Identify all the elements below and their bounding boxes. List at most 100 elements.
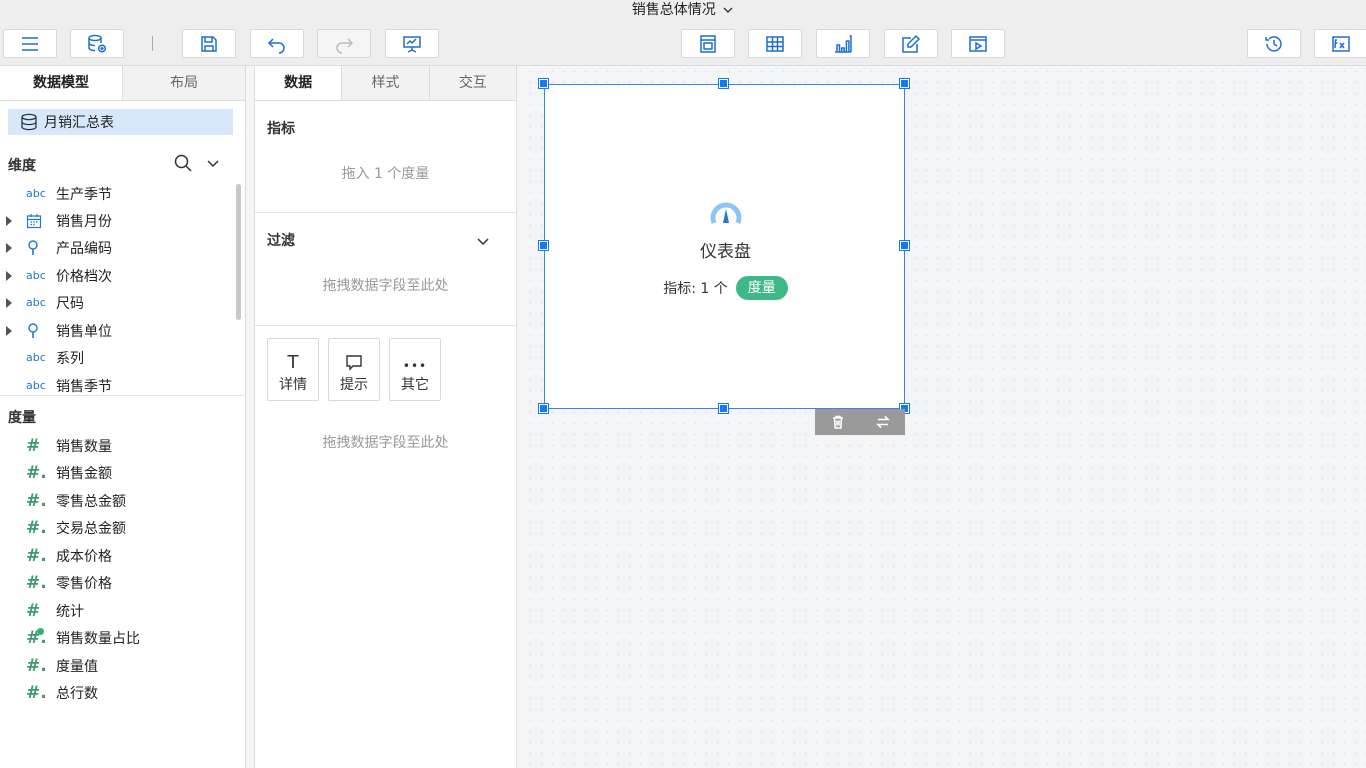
swap-icon[interactable] (875, 415, 890, 429)
dashboard-title[interactable]: 销售总体情况 (0, 0, 1366, 20)
history-icon (1265, 35, 1282, 52)
layout-icon (700, 34, 716, 53)
field-label: 交易总金额 (56, 520, 126, 537)
hash-icon: # (26, 600, 41, 621)
history-button[interactable] (1247, 29, 1301, 58)
dataset-name: 月销汇总表 (44, 115, 114, 131)
measure-field[interactable]: #. 销售数量占比 (0, 624, 236, 651)
filter-section-title: 过滤 (267, 233, 295, 249)
detail-drop-zone[interactable]: 拖拽数据字段至此处 (255, 432, 516, 452)
tab-interaction[interactable]: 交互 (428, 66, 516, 100)
expand-arrow-icon[interactable] (6, 270, 12, 281)
layout-button[interactable] (681, 29, 735, 58)
menu-button[interactable] (3, 29, 57, 58)
hash-icon: #. (26, 545, 47, 566)
bar-chart-icon (835, 34, 852, 53)
resize-handle-top[interactable] (719, 79, 728, 88)
chart-button[interactable] (816, 29, 870, 58)
more-dots-icon: ••• (402, 359, 428, 373)
dataset-button[interactable] (70, 29, 124, 58)
calendar-icon (26, 213, 48, 229)
indicator-section-title: 指标 (267, 121, 295, 137)
text-type-icon: abc (26, 296, 46, 309)
formula-icon (1332, 35, 1350, 52)
tooltip-button-label: 提示 (340, 377, 368, 393)
indicator-drop-zone[interactable]: 拖入 1 个度量 (255, 163, 516, 183)
expand-arrow-icon[interactable] (6, 325, 12, 336)
chevron-down-icon[interactable] (722, 4, 734, 16)
resize-handle-left[interactable] (539, 241, 548, 250)
hash-icon: #. (26, 517, 47, 538)
tab-style[interactable]: 样式 (341, 66, 429, 100)
resize-handle-right[interactable] (900, 241, 909, 250)
location-pin-icon (26, 239, 48, 256)
field-label: 价格档次 (56, 268, 112, 285)
filter-drop-zone[interactable]: 拖拽数据字段至此处 (255, 275, 516, 295)
field-label: 销售数量 (56, 438, 112, 455)
hamburger-icon (22, 36, 38, 51)
redo-button[interactable] (317, 29, 371, 58)
field-label: 零售价格 (56, 575, 112, 592)
hash-icon: #. (26, 462, 47, 483)
expand-arrow-icon[interactable] (6, 215, 12, 226)
resize-handle-bottom-left[interactable] (539, 404, 548, 413)
dimension-field[interactable]: abc 尺码 (0, 289, 236, 316)
expand-arrow-icon[interactable] (6, 242, 12, 253)
table-button[interactable] (748, 29, 802, 58)
undo-button[interactable] (250, 29, 304, 58)
field-label: 统计 (56, 603, 84, 620)
dimension-field[interactable]: 产品编码 (0, 234, 236, 261)
measure-field[interactable]: #. 销售金额 (0, 459, 236, 486)
search-icon[interactable] (174, 154, 192, 172)
dimension-field[interactable]: abc 系列 (0, 344, 236, 371)
resize-handle-top-right[interactable] (900, 79, 909, 88)
text-edit-button[interactable] (884, 29, 938, 58)
measure-field[interactable]: #. 零售总金额 (0, 487, 236, 514)
other-button[interactable]: ••• 其它 (389, 338, 441, 401)
field-label: 销售金额 (56, 465, 112, 482)
media-button[interactable] (951, 29, 1005, 58)
measure-badge: 度量 (735, 276, 788, 300)
measure-field[interactable]: #. 零售价格 (0, 569, 236, 596)
hash-icon: #. (26, 572, 47, 593)
save-button[interactable] (182, 29, 236, 58)
hash-icon: # (26, 435, 41, 456)
field-label: 销售数量占比 (56, 630, 140, 647)
indicator-count-text: 指标: 1 个 (663, 281, 728, 297)
measure-field[interactable]: # 统计 (0, 597, 236, 624)
measure-field[interactable]: #. 总行数 (0, 679, 236, 706)
tab-layout[interactable]: 布局 (122, 66, 245, 100)
tooltip-button[interactable]: 提示 (328, 338, 380, 401)
tab-data-model[interactable]: 数据模型 (0, 66, 122, 100)
calculated-field-dot (37, 628, 44, 635)
field-label: 销售单位 (56, 323, 112, 340)
section-divider (255, 212, 516, 213)
measure-field[interactable]: #. 交易总金额 (0, 514, 236, 541)
expand-arrow-icon[interactable] (6, 297, 12, 308)
measure-field[interactable]: # 销售数量 (0, 432, 236, 459)
media-play-icon (969, 35, 987, 52)
dimension-field[interactable]: 销售月份 (0, 207, 236, 234)
field-label: 尺码 (56, 295, 84, 312)
tab-data[interactable]: 数据 (255, 66, 342, 100)
measure-field[interactable]: #. 度量值 (0, 652, 236, 679)
dimension-field[interactable]: abc 生产季节 (0, 180, 236, 207)
dimension-scrollbar[interactable] (236, 184, 241, 320)
resize-handle-top-left[interactable] (539, 79, 548, 88)
database-icon (21, 113, 37, 131)
field-label: 总行数 (56, 685, 98, 702)
dimension-field[interactable]: 销售单位 (0, 317, 236, 344)
field-label: 产品编码 (56, 240, 112, 257)
detail-button[interactable]: T 详情 (267, 338, 319, 401)
chevron-down-icon[interactable] (206, 156, 220, 170)
toolbar-separator (152, 36, 153, 51)
trash-icon[interactable] (831, 415, 845, 429)
resize-handle-bottom[interactable] (719, 404, 728, 413)
gauge-widget[interactable]: 仪表盘 指标: 1 个 度量 (544, 84, 905, 409)
preview-button[interactable] (385, 29, 439, 58)
measure-field[interactable]: #. 成本价格 (0, 542, 236, 569)
chevron-down-icon[interactable] (476, 234, 490, 248)
dataset-item[interactable]: 月销汇总表 (8, 109, 233, 135)
formula-button[interactable] (1314, 29, 1366, 58)
dimension-field[interactable]: abc 价格档次 (0, 262, 236, 289)
